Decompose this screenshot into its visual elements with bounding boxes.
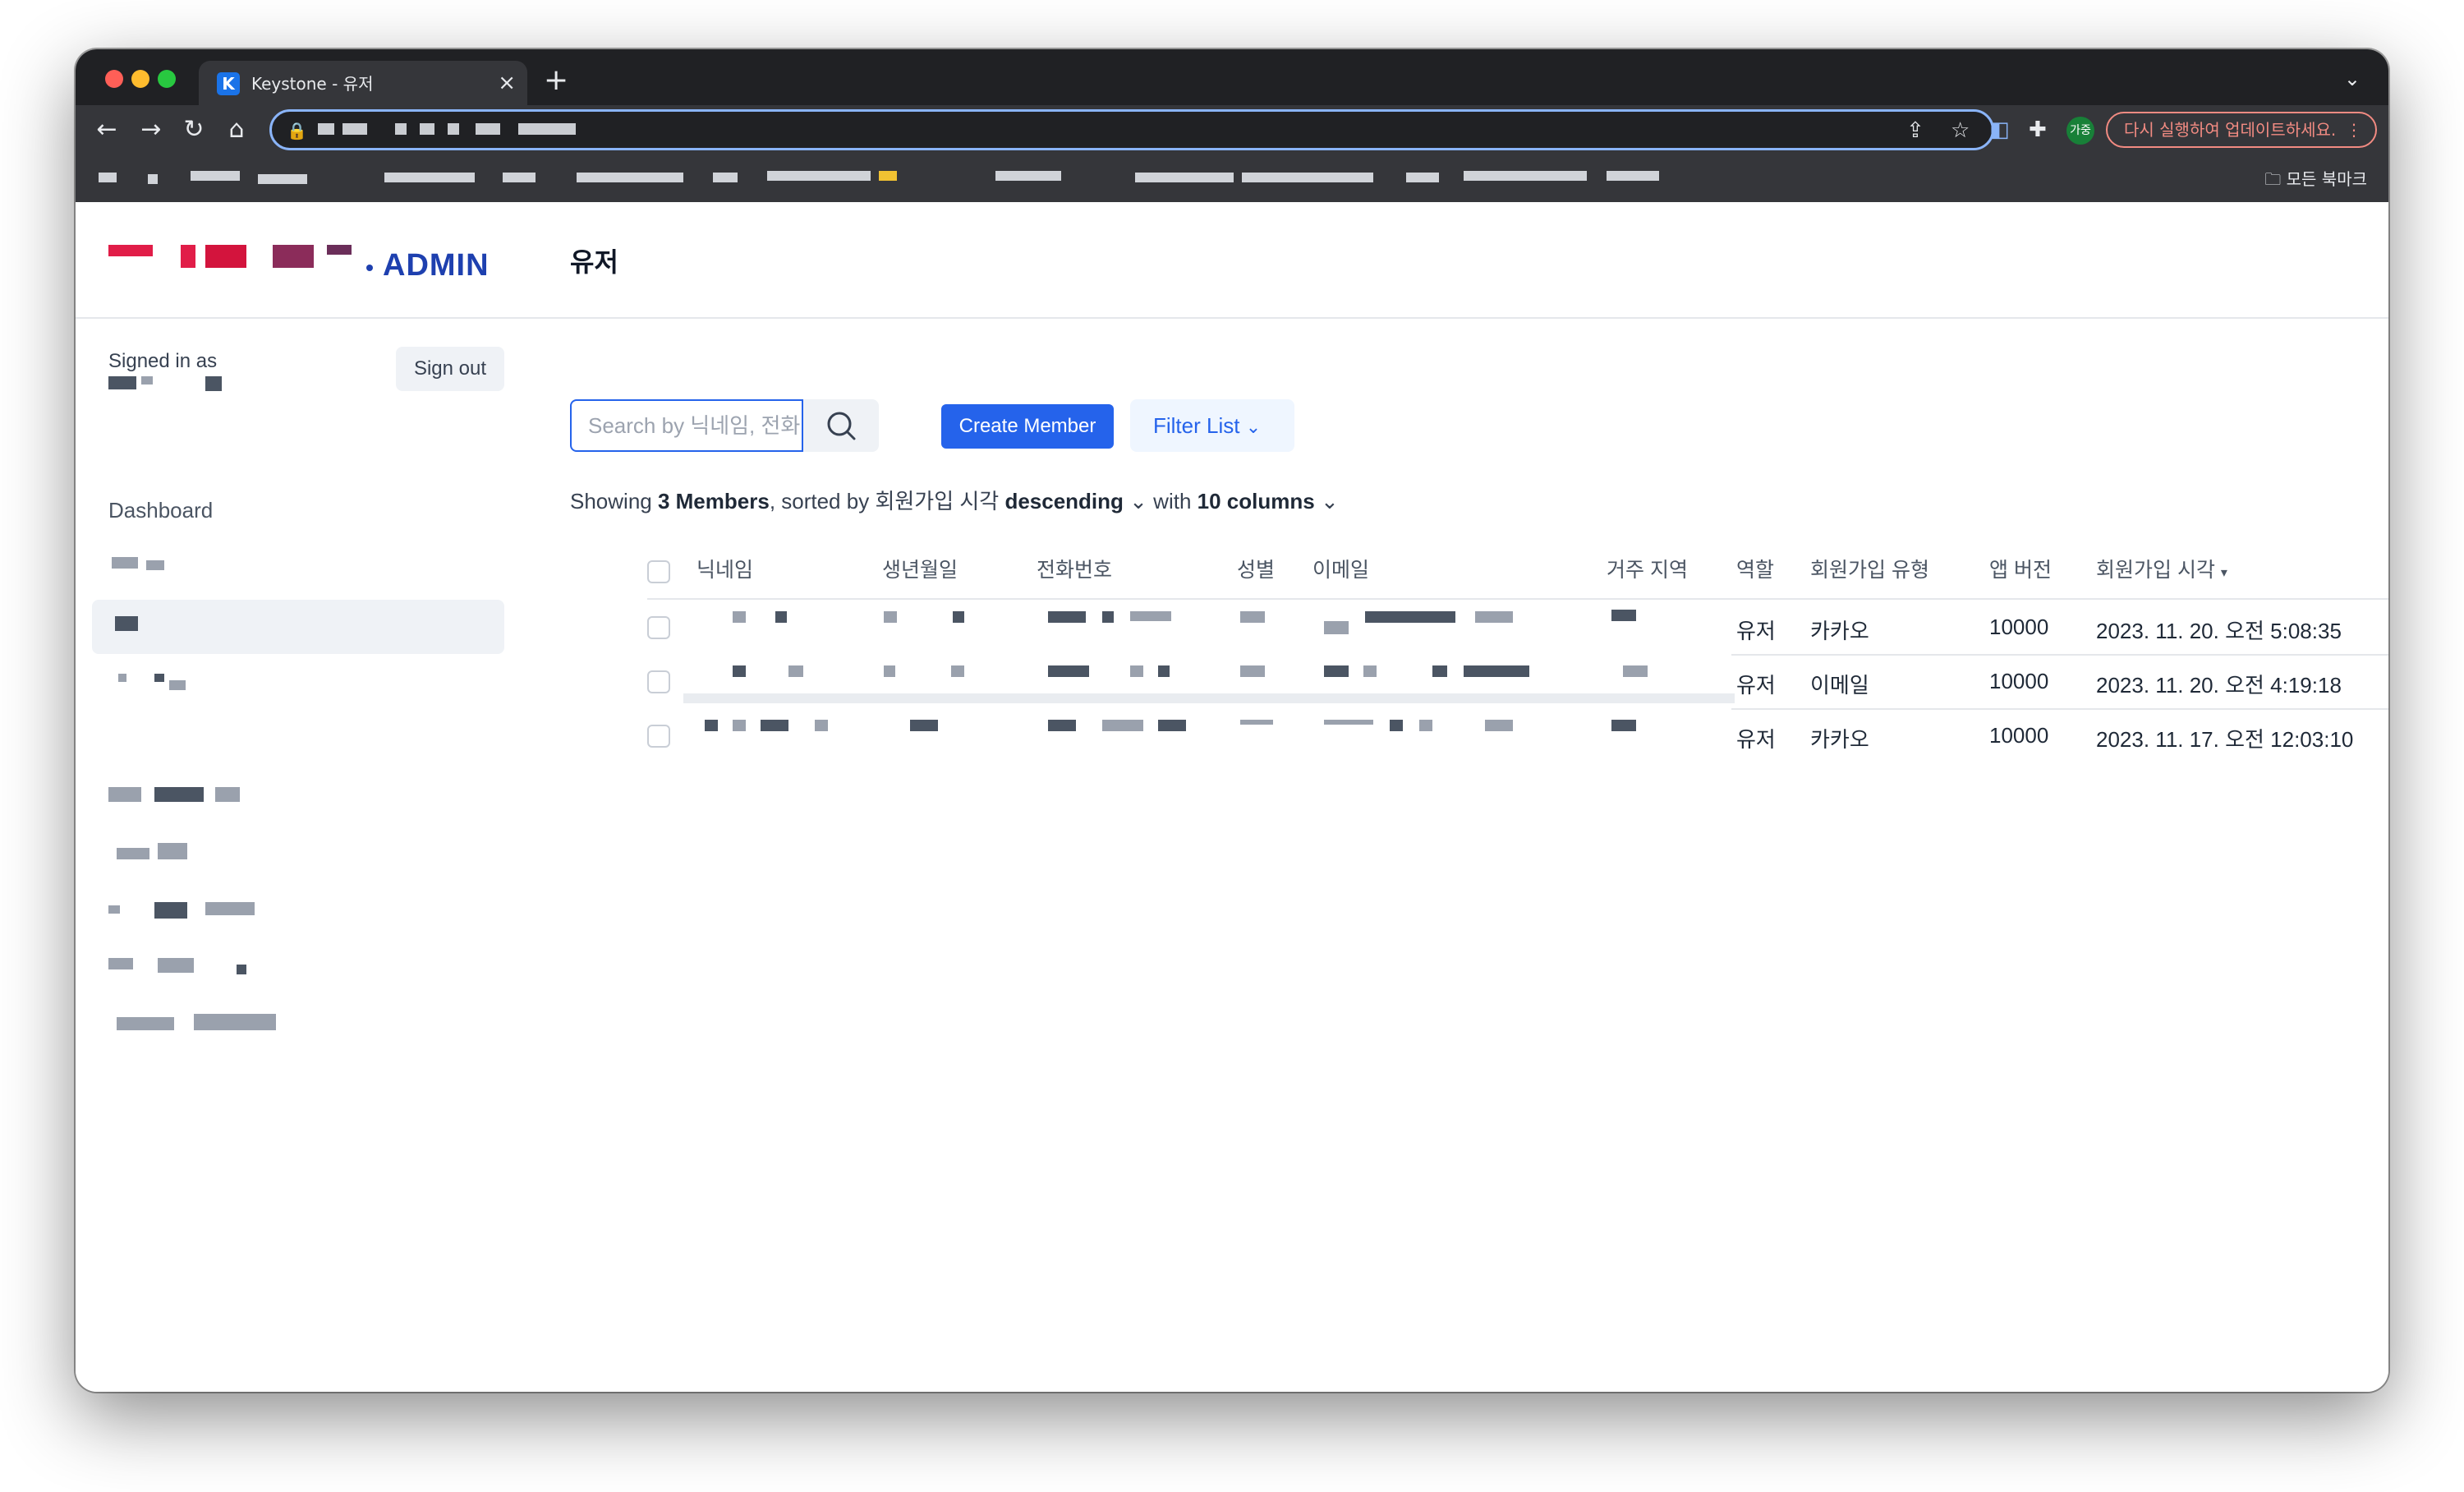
chevron-down-icon: ⌄	[1123, 489, 1147, 513]
row-signup-type: 이메일	[1810, 673, 1869, 698]
row-checkbox[interactable]	[647, 616, 670, 639]
browser-toolbar: ← → ↻ ⌂ 🔒 ⇪ ☆ ◧ ✚ 가중 다시 실행하여 업데이트하세요. ⋮	[76, 105, 2388, 154]
tab-title: Keystone - 유저	[251, 74, 374, 94]
browser-tab[interactable]: K Keystone - 유저 ×	[199, 61, 527, 105]
keystone-admin-page: ADMIN 유저 Signed in as Sign out Dashboard	[76, 202, 2388, 1392]
more-menu-icon: ⋮	[2346, 120, 2362, 140]
filter-list-button[interactable]: Filter List ⌄	[1130, 399, 1294, 452]
row-role: 유저	[1736, 673, 1776, 698]
update-button-label: 다시 실행하여 업데이트하세요.	[2124, 120, 2337, 140]
row-role: 유저	[1736, 727, 1776, 752]
search-button[interactable]	[803, 399, 879, 452]
sidebar-item-dashboard[interactable]: Dashboard	[108, 498, 213, 523]
sort-descending-icon: ▾	[2220, 566, 2227, 580]
bookmark-star-icon[interactable]: ☆	[1951, 118, 1970, 143]
search-input[interactable]	[570, 399, 803, 452]
title-bar: K Keystone - 유저 × + ⌄	[76, 49, 2388, 105]
chevron-down-icon: ⌄	[1245, 417, 1262, 437]
keystone-favicon-icon: K	[217, 72, 240, 95]
create-member-button[interactable]: Create Member	[941, 404, 1114, 449]
row-checkbox[interactable]	[647, 725, 670, 748]
address-bar[interactable]: 🔒 ⇪ ☆	[269, 109, 1994, 150]
column-header-signup-time[interactable]: 회원가입 시각 ▾	[2096, 554, 2227, 583]
row-app-version: 10000	[1989, 723, 2049, 748]
profile-avatar[interactable]: 가중	[2066, 117, 2094, 145]
page-title: 유저	[570, 247, 618, 277]
tab-close-icon[interactable]: ×	[498, 69, 516, 97]
logo-admin-text: ADMIN	[383, 248, 490, 283]
header-divider	[647, 598, 2388, 600]
column-header-nickname[interactable]: 닉네임	[696, 554, 753, 583]
filter-list-label: Filter List	[1153, 413, 1240, 438]
row-app-version: 10000	[1989, 615, 2049, 639]
column-header-signup-type[interactable]: 회원가입 유형	[1810, 554, 1929, 583]
column-header-email[interactable]: 이메일	[1312, 554, 1369, 583]
bookmarks-bar: 🗀 모든 북마크	[76, 154, 2388, 203]
redacted-url	[318, 123, 334, 135]
column-header-role[interactable]: 역할	[1736, 554, 1774, 583]
sign-out-button[interactable]: Sign out	[396, 347, 504, 391]
forward-arrow-icon[interactable]: →	[136, 115, 166, 145]
sidebar-item-users-active[interactable]	[92, 600, 504, 654]
search-icon	[827, 412, 856, 440]
new-tab-icon[interactable]: +	[544, 64, 568, 97]
lock-icon: 🔒	[287, 121, 307, 140]
back-arrow-icon[interactable]: ←	[92, 115, 122, 145]
column-header-birthdate[interactable]: 생년월일	[882, 554, 958, 583]
column-header-app-version[interactable]: 앱 버전	[1989, 554, 2052, 583]
row-signup-time: 2023. 11. 17. 오전 12:03:10	[2096, 727, 2354, 752]
extensions-puzzle-icon[interactable]: ✚	[2029, 115, 2047, 145]
column-header-region[interactable]: 거주 지역	[1607, 554, 1688, 583]
close-window-button[interactable]	[105, 70, 123, 88]
browser-window: K Keystone - 유저 × + ⌄ ← → ↻ ⌂ 🔒 ⇪ ☆ ◧ ✚ …	[76, 49, 2388, 1392]
tab-search-chevron-icon[interactable]: ⌄	[2344, 67, 2361, 90]
all-bookmarks[interactable]: 🗀 모든 북마크	[2264, 166, 2367, 196]
chevron-down-icon: ⌄	[1314, 489, 1339, 513]
minimize-window-button[interactable]	[131, 70, 149, 88]
zoom-window-button[interactable]	[158, 70, 176, 88]
select-all-checkbox[interactable]	[647, 560, 670, 583]
row-role: 유저	[1736, 619, 1776, 643]
all-bookmarks-label: 모든 북마크	[2286, 169, 2367, 189]
list-summary: Showing 3 Members, sorted by 회원가입 시각 des…	[570, 489, 1339, 513]
row-app-version: 10000	[1989, 669, 2049, 693]
column-header-phone[interactable]: 전화번호	[1037, 554, 1112, 583]
update-button[interactable]: 다시 실행하여 업데이트하세요. ⋮	[2106, 112, 2377, 148]
translate-extension-icon[interactable]: ◧	[1989, 115, 2010, 145]
redacted-bookmark[interactable]	[99, 173, 117, 182]
member-count: 3 Members	[657, 489, 770, 513]
row-signup-type: 카카오	[1810, 727, 1869, 752]
signed-in-label: Signed in as	[108, 350, 218, 372]
share-icon[interactable]: ⇪	[1906, 118, 1924, 143]
column-header-gender[interactable]: 성별	[1237, 554, 1275, 583]
home-icon[interactable]: ⌂	[222, 115, 251, 145]
row-checkbox[interactable]	[647, 670, 670, 693]
folder-icon: 🗀	[2264, 169, 2282, 189]
row-signup-time: 2023. 11. 20. 오전 5:08:35	[2096, 619, 2342, 643]
row-signup-time: 2023. 11. 20. 오전 4:19:18	[2096, 673, 2342, 698]
columns-selector[interactable]: 10 columns ⌄	[1198, 489, 1339, 513]
page-header: ADMIN 유저	[76, 202, 2388, 319]
row-hover-highlight	[683, 693, 1735, 703]
reload-icon[interactable]: ↻	[179, 115, 209, 145]
row-signup-type: 카카오	[1810, 619, 1869, 643]
sort-selector[interactable]: 회원가입 시각 descending ⌄	[875, 489, 1147, 513]
